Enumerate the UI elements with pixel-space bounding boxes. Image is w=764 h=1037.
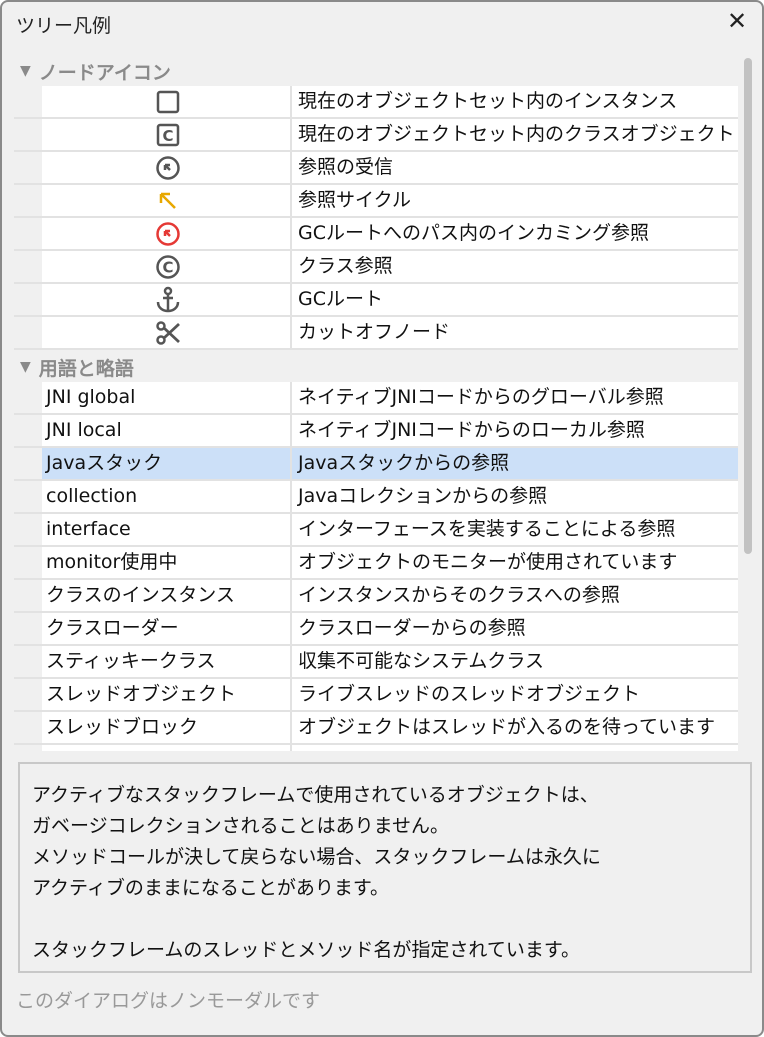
- description-cell: [290, 745, 738, 751]
- description-cell: ライブスレッドのスレッドオブジェクト: [290, 679, 738, 710]
- row-indent: [14, 382, 42, 413]
- row-indent: [14, 514, 42, 545]
- table-row[interactable]: C クラス参照: [14, 251, 738, 284]
- description-cell: カットオフノード: [290, 317, 738, 348]
- row-indent: [14, 679, 42, 710]
- term-cell: JNI global: [42, 382, 290, 413]
- row-indent: [14, 284, 42, 315]
- description-cell: GCルートへのパス内のインカミング参照: [290, 218, 738, 249]
- row-indent: [14, 152, 42, 183]
- row-indent: [14, 481, 42, 512]
- term-cell: [42, 745, 290, 751]
- section-node-icons[interactable]: ▼ ノードアイコン: [14, 56, 738, 86]
- class-box-icon: C: [42, 119, 290, 150]
- description-cell: オブジェクトのモニターが使用されています: [290, 547, 738, 578]
- term-cell: monitor使用中: [42, 547, 290, 578]
- description-cell: Javaスタックからの参照: [290, 448, 738, 479]
- description-cell: Javaコレクションからの参照: [290, 481, 738, 512]
- term-cell: interface: [42, 514, 290, 545]
- footer-note: このダイアログはノンモーダルです: [16, 990, 321, 1012]
- description-cell: 収集不可能なシステムクラス: [290, 646, 738, 677]
- row-indent: [14, 448, 42, 479]
- description-cell: インターフェースを実装することによる参照: [290, 514, 738, 545]
- dialog-title: ツリー凡例: [16, 15, 112, 37]
- row-indent: [14, 646, 42, 677]
- square-icon: [42, 86, 290, 117]
- table-row[interactable]: monitor使用中 オブジェクトのモニターが使用されています: [14, 547, 738, 580]
- table-row[interactable]: JNI global ネイティブJNIコードからのグローバル参照: [14, 382, 738, 415]
- table-row[interactable]: スレッドオブジェクト ライブスレッドのスレッドオブジェクト: [14, 679, 738, 712]
- table-row[interactable]: 参照サイクル: [14, 185, 738, 218]
- row-indent: [14, 613, 42, 644]
- row-indent: [14, 580, 42, 611]
- svg-text:C: C: [162, 258, 173, 276]
- description-cell: ネイティブJNIコードからのグローバル参照: [290, 382, 738, 413]
- description-cell: 現在のオブジェクトセット内のインスタンス: [290, 86, 738, 117]
- description-cell: 現在のオブジェクトセット内のクラスオブジェクト: [290, 119, 738, 150]
- table-row[interactable]: カットオフノード: [14, 317, 738, 350]
- table-row[interactable]: クラスローダー クラスローダーからの参照: [14, 613, 738, 646]
- close-button[interactable]: ✕: [722, 6, 752, 36]
- description-cell: 参照サイクル: [290, 185, 738, 216]
- description-cell: インスタンスからそのクラスへの参照: [290, 580, 738, 611]
- table-row[interactable]: JNI local ネイティブJNIコードからのローカル参照: [14, 415, 738, 448]
- description-cell: 参照の受信: [290, 152, 738, 183]
- row-indent: [14, 86, 42, 117]
- table-row[interactable]: interface インターフェースを実装することによる参照: [14, 514, 738, 547]
- table-row[interactable]: [14, 745, 738, 751]
- table-row[interactable]: スレッドブロック オブジェクトはスレッドが入るのを待っています: [14, 712, 738, 745]
- table-row[interactable]: GCルート: [14, 284, 738, 317]
- reference-cycle-icon: [42, 185, 290, 216]
- table-row[interactable]: クラスのインスタンス インスタンスからそのクラスへの参照: [14, 580, 738, 613]
- description-panel: アクティブなスタックフレームで使用されているオブジェクトは、 ガベージコレクショ…: [18, 762, 752, 973]
- scissors-icon: [42, 317, 290, 348]
- row-indent: [14, 119, 42, 150]
- row-indent: [14, 547, 42, 578]
- term-cell: Javaスタック: [42, 448, 290, 479]
- term-cell: クラスローダー: [42, 613, 290, 644]
- row-indent: [14, 185, 42, 216]
- scrollbar-thumb[interactable]: [744, 58, 752, 554]
- row-indent: [14, 745, 42, 751]
- table-row[interactable]: 現在のオブジェクトセット内のインスタンス: [14, 86, 738, 119]
- row-indent: [14, 317, 42, 348]
- term-cell: スレッドオブジェクト: [42, 679, 290, 710]
- anchor-icon: [42, 284, 290, 315]
- tree-legend-dialog: ツリー凡例 ✕ ▼ ノードアイコン 現在のオブジェクトセット内のインスタンス C 現在…: [0, 0, 764, 1037]
- row-indent: [14, 415, 42, 446]
- table-row[interactable]: collection Javaコレクションからの参照: [14, 481, 738, 514]
- collapse-triangle-icon[interactable]: ▼: [20, 63, 31, 79]
- class-reference-icon: C: [42, 251, 290, 282]
- term-cell: クラスのインスタンス: [42, 580, 290, 611]
- section-title: ノードアイコン: [38, 61, 171, 84]
- section-title: 用語と略語: [38, 357, 134, 380]
- description-cell: GCルート: [290, 284, 738, 315]
- term-cell: collection: [42, 481, 290, 512]
- svg-text:C: C: [162, 127, 173, 145]
- term-cell: スレッドブロック: [42, 712, 290, 743]
- description-cell: クラス参照: [290, 251, 738, 282]
- collapse-triangle-icon[interactable]: ▼: [20, 359, 31, 375]
- row-indent: [14, 712, 42, 743]
- table-row[interactable]: Javaスタック Javaスタックからの参照: [14, 448, 738, 481]
- description-cell: クラスローダーからの参照: [290, 613, 738, 644]
- table-row[interactable]: C 現在のオブジェクトセット内のクラスオブジェクト: [14, 119, 738, 152]
- legend-tree[interactable]: ▼ ノードアイコン 現在のオブジェクトセット内のインスタンス C 現在のオブジェクトセ…: [14, 56, 738, 751]
- row-indent: [14, 251, 42, 282]
- description-cell: ネイティブJNIコードからのローカル参照: [290, 415, 738, 446]
- table-row[interactable]: スティッキークラス 収集不可能なシステムクラス: [14, 646, 738, 679]
- row-indent: [14, 218, 42, 249]
- section-terms[interactable]: ▼ 用語と略語: [14, 352, 738, 382]
- vertical-scrollbar[interactable]: [742, 56, 754, 751]
- term-cell: スティッキークラス: [42, 646, 290, 677]
- incoming-reference-icon: [42, 152, 290, 183]
- table-row[interactable]: GCルートへのパス内のインカミング参照: [14, 218, 738, 251]
- term-cell: JNI local: [42, 415, 290, 446]
- table-row[interactable]: 参照の受信: [14, 152, 738, 185]
- gc-root-path-icon: [42, 218, 290, 249]
- description-cell: オブジェクトはスレッドが入るのを待っています: [290, 712, 738, 743]
